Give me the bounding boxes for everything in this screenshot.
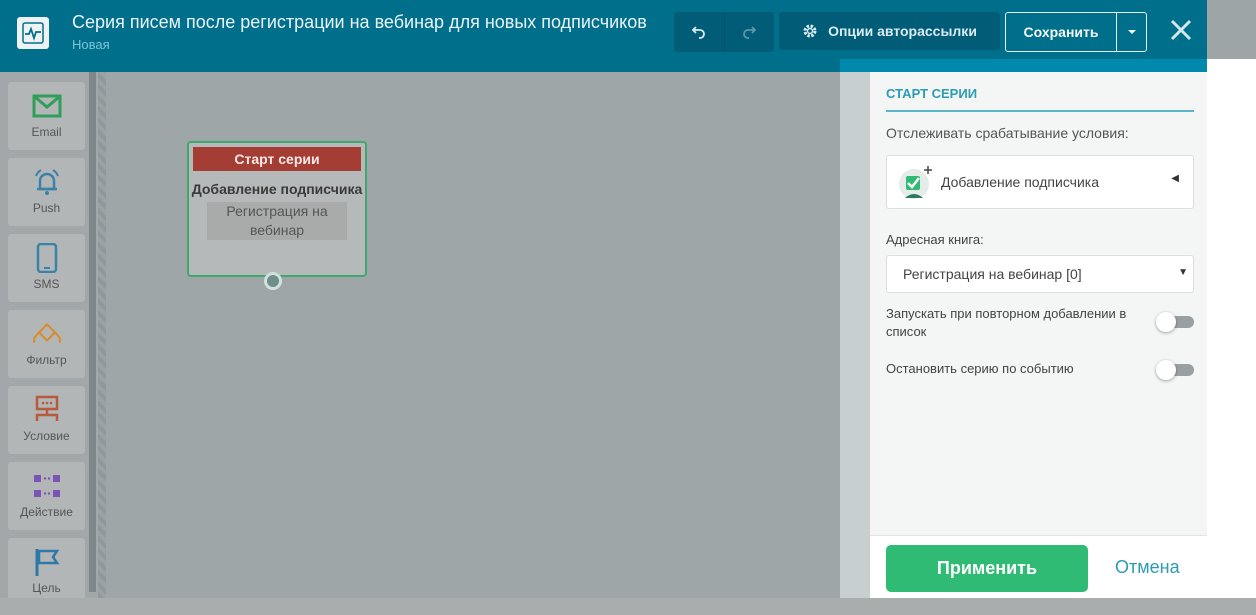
palette-scrollbar[interactable] [89,72,96,592]
chevron-down-icon [1127,30,1136,34]
panel-right-gutter [1207,59,1256,598]
add-subscriber-icon [897,164,933,200]
address-book-value: Регистрация на вебинар [0] [903,266,1082,282]
caret-down-icon: ▼ [1178,267,1188,278]
palette-item-filter[interactable]: Фильтр [8,310,85,378]
palette-label: Фильтр [26,353,67,367]
phone-icon [31,242,63,274]
close-icon [1170,19,1192,41]
panel-backdrop [840,59,870,598]
flag-icon [31,546,63,578]
settings-panel [870,72,1207,535]
pulse-icon[interactable] [17,17,49,49]
element-palette: Email Push SMS Фильтр Условие Действие Ц… [0,72,98,615]
action-icon [31,470,63,502]
gear-icon [803,24,817,38]
toggle-knob [1156,312,1176,332]
palette-label: Условие [23,429,70,443]
status-label: Новая [72,37,110,52]
palette-item-email[interactable]: Email [8,82,85,150]
node-subtitle: Регистрация на вебинар [207,202,347,240]
palette-label: Цель [32,581,61,595]
bell-icon [31,166,63,198]
canvas-edge [98,72,106,598]
redo-icon [743,26,757,39]
autoresponder-options-button[interactable]: Опции авторассылки [779,12,1000,50]
condition-value: Добавление подписчика [941,174,1100,190]
caret-left-icon: ◀ [1171,173,1179,184]
condition-select[interactable]: Добавление подписчика ◀ [886,155,1194,209]
address-book-label: Адресная книга: [886,232,984,247]
filter-icon [31,318,63,350]
history-group [674,12,774,52]
save-button[interactable]: Сохранить [1006,13,1116,51]
save-group: Сохранить [1005,12,1147,52]
automation-editor: Серия писем после регистрации на вебинар… [0,0,1256,615]
options-label: Опции авторассылки [828,23,977,39]
palette-label: Email [31,125,62,139]
node-title: Добавление подписчика [191,181,363,197]
stop-series-label: Остановить серию по событию [886,361,1074,376]
palette-label: Действие [20,505,73,519]
panel-top-strip [840,59,1207,72]
close-button[interactable] [1166,16,1196,48]
cancel-link[interactable]: Отмена [1115,557,1180,578]
page-title: Серия писем после регистрации на вебинар… [72,12,647,32]
palette-item-goal[interactable]: Цель [8,538,85,606]
bottom-strip [0,598,1256,615]
node-output-port[interactable] [264,272,282,290]
palette-label: Push [32,201,61,215]
stop-series-toggle[interactable] [1156,360,1194,380]
undo-icon [692,26,706,39]
palette-item-condition[interactable]: Условие [8,386,85,454]
redo-button[interactable] [723,13,773,51]
undo-button[interactable] [675,13,724,51]
palette-item-action[interactable]: Действие [8,462,85,530]
palette-label: SMS [33,277,60,291]
save-dropdown-button[interactable] [1116,13,1146,51]
condition-icon [31,394,63,426]
envelope-icon [31,90,63,122]
track-condition-label: Отслеживать срабатывание условия: [886,125,1129,141]
panel-heading: СТАРТ СЕРИИ [886,86,1194,112]
palette-item-sms[interactable]: SMS [8,234,85,302]
rerun-label: Запускать при повторном добавлении в спи… [886,306,1127,339]
rerun-toggle[interactable] [1156,312,1194,332]
toggle-knob [1156,360,1176,380]
apply-button[interactable]: Применить [886,545,1088,592]
palette-item-push[interactable]: Push [8,158,85,226]
start-node[interactable]: Старт серии Добавление подписчика Регист… [187,141,367,277]
address-book-select[interactable]: Регистрация на вебинар [0] ▼ [886,255,1194,293]
node-header: Старт серии [193,147,361,171]
